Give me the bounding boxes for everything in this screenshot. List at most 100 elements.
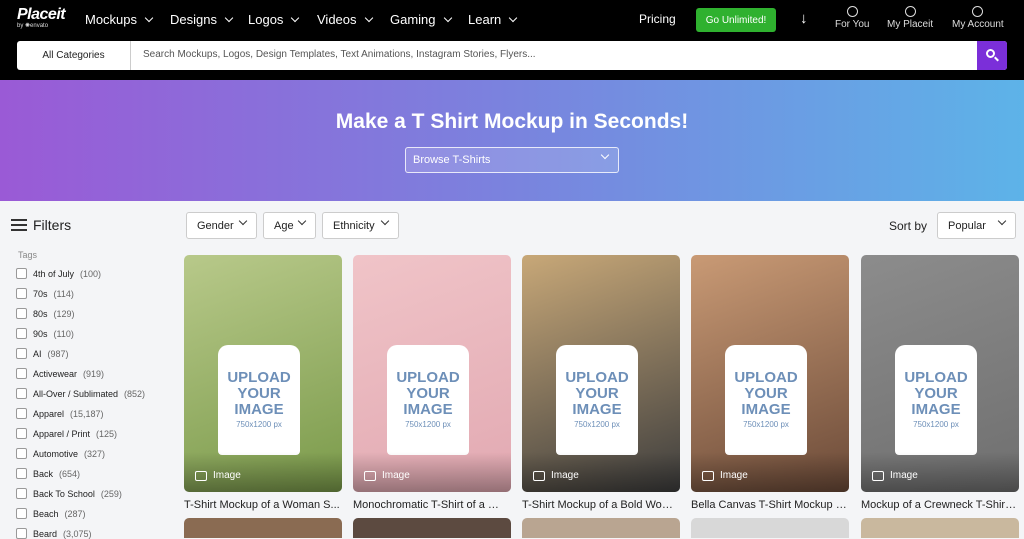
nav-logos[interactable]: Logos xyxy=(248,12,300,27)
my-account-label: My Account xyxy=(952,19,1004,30)
tag-filter-item[interactable]: 80s (129) xyxy=(16,308,75,319)
tshirt-placeholder: UPLOAD YOUR IMAGE 750x1200 px xyxy=(556,345,638,455)
upload-dimensions: 750x1200 px xyxy=(405,420,451,429)
pricing-link[interactable]: Pricing xyxy=(639,12,676,26)
media-type-badge: Image xyxy=(195,470,241,481)
gender-filter[interactable]: Gender xyxy=(186,212,257,239)
tag-checkbox[interactable] xyxy=(16,488,27,499)
mockup-title[interactable]: T-Shirt Mockup of a Bold Wom... xyxy=(522,499,678,511)
ethnicity-filter-label: Ethnicity xyxy=(333,219,375,232)
tag-filter-item[interactable]: All-Over / Sublimated (852) xyxy=(16,388,145,399)
tag-checkbox[interactable] xyxy=(16,428,27,439)
mockup-card[interactable] xyxy=(691,518,849,538)
tag-filter-item[interactable]: Back (654) xyxy=(16,468,80,479)
chevron-down-icon xyxy=(224,13,234,22)
mockup-card[interactable] xyxy=(184,518,342,538)
mockup-title[interactable]: Monochromatic T-Shirt of a Wo... xyxy=(353,499,509,511)
media-type-label: Image xyxy=(890,470,918,481)
age-filter-label: Age xyxy=(274,219,294,232)
placeit-logo[interactable]: Placeit by ✺envato xyxy=(17,6,66,29)
image-icon xyxy=(195,470,207,481)
tag-filter-item[interactable]: Apparel / Print (125) xyxy=(16,428,117,439)
tag-count: (114) xyxy=(53,288,74,299)
for-you-link[interactable]: For You xyxy=(835,6,869,30)
go-unlimited-button[interactable]: Go Unlimited! xyxy=(696,8,776,32)
tag-filter-item[interactable]: Apparel (15,187) xyxy=(16,408,104,419)
tag-filter-item[interactable]: Activewear (919) xyxy=(16,368,104,379)
nav-gaming[interactable]: Gaming xyxy=(390,12,452,27)
upload-dimensions: 750x1200 px xyxy=(236,420,282,429)
tag-checkbox[interactable] xyxy=(16,328,27,339)
tag-count: (919) xyxy=(83,368,105,379)
tag-checkbox[interactable] xyxy=(16,408,27,419)
chevron-down-icon xyxy=(364,13,373,22)
tag-checkbox[interactable] xyxy=(16,348,27,359)
tag-label: 70s xyxy=(33,288,48,299)
mockup-card[interactable] xyxy=(522,518,680,538)
nav-videos[interactable]: Videos xyxy=(317,12,373,27)
download-icon[interactable]: ↓ xyxy=(800,10,808,27)
search-button[interactable] xyxy=(977,41,1007,70)
mockup-title[interactable]: Mockup of a Crewneck T-Shirt ... xyxy=(861,499,1017,511)
media-type-label: Image xyxy=(720,470,748,481)
my-account-link[interactable]: My Account xyxy=(952,6,1004,30)
tag-count: (129) xyxy=(53,308,75,319)
nav-learn[interactable]: Learn xyxy=(468,12,518,27)
tag-checkbox[interactable] xyxy=(16,528,27,539)
media-type-badge: Image xyxy=(872,470,918,481)
age-filter[interactable]: Age xyxy=(263,212,316,239)
search-input[interactable]: Search Mockups, Logos, Design Templates,… xyxy=(143,49,536,60)
search-icon-handle xyxy=(994,56,999,62)
tag-count: (110) xyxy=(53,328,74,339)
sort-select[interactable]: Popular xyxy=(937,212,1016,239)
tag-label: AI xyxy=(33,348,42,359)
mockup-card[interactable]: UPLOAD YOUR IMAGE 750x1200 px Image xyxy=(353,255,511,492)
nav-logos-label: Logos xyxy=(248,12,284,27)
tag-checkbox[interactable] xyxy=(16,508,27,519)
tag-checkbox[interactable] xyxy=(16,268,27,279)
media-type-badge: Image xyxy=(702,470,748,481)
mockup-card[interactable]: UPLOAD YOUR IMAGE 750x1200 px Image xyxy=(691,255,849,492)
tag-checkbox[interactable] xyxy=(16,288,27,299)
tag-filter-item[interactable]: 90s (110) xyxy=(16,328,74,339)
nav-designs[interactable]: Designs xyxy=(170,12,234,27)
my-placeit-link[interactable]: My Placeit xyxy=(887,6,933,30)
mockup-card[interactable]: UPLOAD YOUR IMAGE 750x1200 px Image xyxy=(861,255,1019,492)
mockup-card[interactable] xyxy=(353,518,511,538)
mockup-title[interactable]: Bella Canvas T-Shirt Mockup of... xyxy=(691,499,847,511)
tshirt-placeholder: UPLOAD YOUR IMAGE 750x1200 px xyxy=(387,345,469,455)
nav-videos-label: Videos xyxy=(317,12,357,27)
upload-text: UPLOAD YOUR IMAGE xyxy=(904,369,968,418)
tag-checkbox[interactable] xyxy=(16,388,27,399)
tag-filter-item[interactable]: 4th of July (100) xyxy=(16,268,101,279)
tag-checkbox[interactable] xyxy=(16,308,27,319)
tag-count: (852) xyxy=(124,388,146,399)
upload-text: UPLOAD YOUR IMAGE xyxy=(227,369,291,418)
tag-filter-item[interactable]: Automotive (327) xyxy=(16,448,105,459)
mockup-card[interactable]: UPLOAD YOUR IMAGE 750x1200 px Image xyxy=(184,255,342,492)
media-type-label: Image xyxy=(213,470,241,481)
tag-filter-item[interactable]: Back To School (259) xyxy=(16,488,122,499)
ethnicity-filter[interactable]: Ethnicity xyxy=(322,212,399,239)
tag-filter-item[interactable]: 70s (114) xyxy=(16,288,74,299)
tag-filter-item[interactable]: Beard (3,075) xyxy=(16,528,92,539)
upload-dimensions: 750x1200 px xyxy=(913,420,959,429)
chevron-down-icon xyxy=(144,13,154,22)
chevron-down-icon xyxy=(600,150,610,160)
nav-designs-label: Designs xyxy=(170,12,217,27)
tag-filter-item[interactable]: AI (987) xyxy=(16,348,69,359)
chevron-down-icon xyxy=(380,216,390,226)
tag-checkbox[interactable] xyxy=(16,468,27,479)
tag-label: Back To School xyxy=(33,488,95,499)
tag-checkbox[interactable] xyxy=(16,448,27,459)
mockup-title[interactable]: T-Shirt Mockup of a Woman S... xyxy=(184,499,340,511)
browse-dropdown[interactable]: Browse T-Shirts xyxy=(405,147,619,173)
category-select[interactable]: All Categories xyxy=(17,41,131,70)
mockup-card[interactable] xyxy=(861,518,1019,538)
tag-label: Activewear xyxy=(33,368,78,379)
sort-by-label: Sort by xyxy=(889,219,928,233)
tag-filter-item[interactable]: Beach (287) xyxy=(16,508,86,519)
nav-mockups[interactable]: Mockups xyxy=(85,12,154,27)
tag-checkbox[interactable] xyxy=(16,368,27,379)
mockup-card[interactable]: UPLOAD YOUR IMAGE 750x1200 px Image xyxy=(522,255,680,492)
